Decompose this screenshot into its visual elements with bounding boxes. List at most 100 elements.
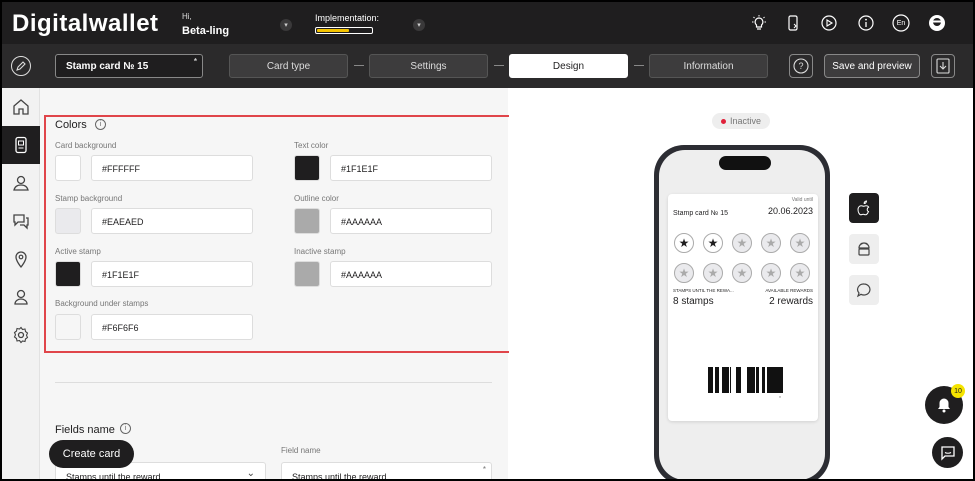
outline-color-swatch[interactable] bbox=[294, 208, 320, 234]
notification-count-badge: 10 bbox=[951, 384, 965, 398]
available-rewards-value: 2 rewards bbox=[769, 296, 813, 307]
apple-preview-button[interactable] bbox=[849, 193, 879, 223]
card-name-field[interactable]: Stamp card № 15 * bbox=[55, 54, 203, 78]
sidebar-item-locations[interactable] bbox=[2, 240, 40, 278]
phone-notch bbox=[719, 156, 771, 170]
implementation-label: Implementation: bbox=[315, 13, 380, 23]
users-icon bbox=[13, 175, 29, 191]
sidebar-item-cards[interactable] bbox=[2, 126, 40, 164]
user-icon bbox=[14, 289, 28, 305]
available-rewards-label: AVAILABLE REWARDS bbox=[765, 288, 813, 293]
stamp-active: ★ bbox=[703, 233, 723, 253]
app-frame: Digitalwallet Hi, Beta-ling ▾ Implementa… bbox=[0, 0, 975, 481]
location-pin-icon bbox=[15, 251, 27, 268]
tab-information[interactable]: Information bbox=[649, 54, 768, 78]
outline-color-label: Outline color bbox=[294, 194, 339, 203]
info-icon[interactable] bbox=[857, 14, 875, 32]
step-divider bbox=[634, 65, 644, 66]
status-label: Inactive bbox=[729, 116, 762, 126]
field-name-value: Stamps until the reward bbox=[292, 472, 387, 481]
user-menu-chevron-icon[interactable]: ▾ bbox=[280, 19, 292, 31]
app-logo: Digitalwallet bbox=[12, 10, 159, 37]
message-preview-button[interactable] bbox=[849, 275, 879, 305]
pass-card-title: Stamp card № 15 bbox=[673, 210, 728, 217]
stamp-inactive: ★ bbox=[761, 263, 781, 283]
barcode bbox=[708, 367, 783, 393]
sidebar-item-messages[interactable] bbox=[2, 202, 40, 240]
phone-icon[interactable] bbox=[784, 14, 802, 32]
stamp-inactive: ★ bbox=[790, 263, 810, 283]
top-bar: Digitalwallet Hi, Beta-ling ▾ Implementa… bbox=[2, 2, 973, 44]
play-icon[interactable] bbox=[820, 14, 838, 32]
stamp-inactive: ★ bbox=[761, 233, 781, 253]
sidebar-item-settings[interactable] bbox=[2, 316, 40, 354]
field-name-input[interactable]: Stamps until the reward * bbox=[281, 462, 492, 481]
inactive-stamp-input[interactable]: #AAAAAA bbox=[330, 261, 492, 287]
step-divider bbox=[494, 65, 504, 66]
required-marker: * bbox=[193, 57, 197, 66]
implementation-chevron-icon[interactable]: ▾ bbox=[413, 19, 425, 31]
stamp-inactive: ★ bbox=[703, 263, 723, 283]
help-icon: ? bbox=[798, 61, 804, 71]
card-background-swatch[interactable] bbox=[55, 155, 81, 181]
edit-pencil-icon[interactable] bbox=[11, 56, 31, 76]
background-under-stamps-input[interactable]: #F6F6F6 bbox=[91, 314, 253, 340]
phone-preview: Stamp card № 15 Valid until 20.06.2023 ★… bbox=[654, 145, 830, 479]
section-divider bbox=[55, 382, 492, 383]
sidebar-item-home[interactable] bbox=[2, 88, 40, 126]
stamp-inactive: ★ bbox=[674, 263, 694, 283]
card-background-input[interactable]: #FFFFFF bbox=[91, 155, 253, 181]
background-under-stamps-label: Background under stamps bbox=[55, 299, 149, 308]
fields-name-info-icon[interactable]: i bbox=[120, 423, 131, 434]
stamp-background-input[interactable]: #EAEAED bbox=[91, 208, 253, 234]
background-under-stamps-swatch[interactable] bbox=[55, 314, 81, 340]
speech-bubble-icon bbox=[856, 283, 871, 298]
text-color-input[interactable]: #1F1E1F bbox=[330, 155, 492, 181]
tab-settings[interactable]: Settings bbox=[369, 54, 488, 78]
sidebar-item-profile[interactable] bbox=[2, 278, 40, 316]
colors-info-icon[interactable]: i bbox=[95, 119, 106, 130]
stamps-left-label: STAMPS UNTIL THE REWA... bbox=[673, 288, 734, 293]
support-chat-button[interactable] bbox=[932, 437, 963, 468]
chevron-down-icon: ⌄ bbox=[246, 468, 255, 479]
language-label: En bbox=[896, 19, 906, 27]
valid-until-date: 20.06.2023 bbox=[767, 206, 813, 216]
inactive-stamp-swatch[interactable] bbox=[294, 261, 320, 287]
text-color-swatch[interactable] bbox=[294, 155, 320, 181]
card-background-label: Card background bbox=[55, 141, 117, 150]
sidebar-item-clients[interactable] bbox=[2, 164, 40, 202]
lightbulb-icon[interactable] bbox=[750, 14, 768, 32]
field-name-label: Field name bbox=[281, 446, 321, 455]
download-icon[interactable] bbox=[931, 54, 955, 78]
greeting: Hi, bbox=[182, 12, 192, 21]
avatar[interactable] bbox=[928, 14, 946, 32]
android-icon bbox=[858, 242, 870, 256]
outline-color-input[interactable]: #AAAAAA bbox=[330, 208, 492, 234]
active-stamp-swatch[interactable] bbox=[55, 261, 81, 287]
chat-bubble-icon bbox=[940, 445, 955, 461]
field-select-value: Stamps until the reward bbox=[66, 472, 161, 481]
colors-title: Colors bbox=[55, 119, 87, 131]
help-button[interactable]: ? bbox=[789, 54, 813, 78]
pass-card: Stamp card № 15 Valid until 20.06.2023 ★… bbox=[668, 194, 818, 421]
stamp-background-swatch[interactable] bbox=[55, 208, 81, 234]
save-and-preview-button[interactable]: Save and preview bbox=[824, 54, 920, 78]
create-card-button[interactable]: Create card bbox=[49, 440, 134, 468]
fields-name-title: Fields name bbox=[55, 424, 115, 436]
sidebar bbox=[2, 88, 40, 479]
step-divider bbox=[354, 65, 364, 66]
chat-icon bbox=[13, 214, 29, 230]
tab-design[interactable]: Design bbox=[509, 54, 628, 78]
language-button[interactable]: En bbox=[892, 14, 910, 32]
gear-icon bbox=[13, 326, 29, 344]
android-preview-button[interactable] bbox=[849, 234, 879, 264]
stamp-inactive: ★ bbox=[732, 263, 752, 283]
required-marker: * bbox=[482, 465, 486, 474]
user-name[interactable]: Beta-ling bbox=[182, 25, 229, 37]
active-stamp-input[interactable]: #1F1E1F bbox=[91, 261, 253, 287]
status-dot bbox=[720, 118, 726, 124]
tab-card-type[interactable]: Card type bbox=[229, 54, 348, 78]
stamp-active: ★ bbox=[674, 233, 694, 253]
implementation-progress-fill bbox=[317, 29, 350, 32]
implementation-progress-bar bbox=[315, 27, 373, 34]
